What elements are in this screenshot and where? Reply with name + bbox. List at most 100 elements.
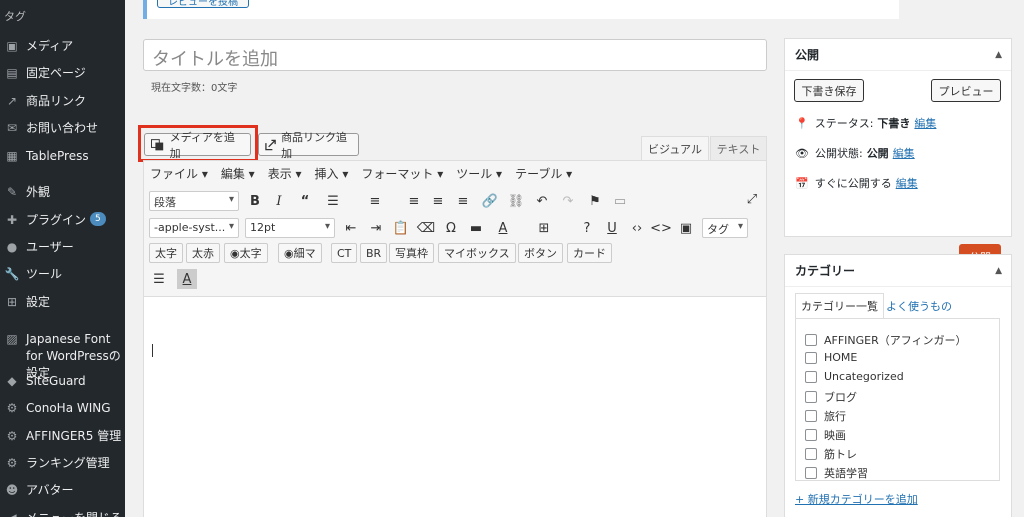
edit-visibility-link[interactable]: 編集 [893,145,915,161]
code-icon[interactable]: ‹› [627,218,647,238]
style-avatar-bold-button[interactable]: ◉ 太字 [224,243,268,263]
sidebar-item[interactable]: ▦ TablePress [0,148,125,165]
menu-file[interactable]: ファイル ▾ [150,165,208,182]
html-icon[interactable]: <> [650,218,672,238]
publish-header[interactable]: 公開 ▲ [785,39,1011,71]
save-draft-button[interactable]: 下書き保存 [794,79,864,102]
category-item[interactable]: 筋トレ [805,446,857,462]
sidebar-item[interactable]: ⚙ ConoHa WING [0,400,125,417]
bg-color-icon[interactable]: A [177,269,197,289]
category-checkbox[interactable] [805,334,817,346]
category-checkbox[interactable] [805,370,817,383]
add-category-link[interactable]: + 新規カテゴリーを追加 [795,491,918,507]
category-item[interactable]: ブログ [805,389,857,405]
image-icon[interactable]: ▣ [676,218,696,238]
review-button[interactable]: レビューを投稿 [157,0,249,8]
stamp-icon[interactable]: ⚑ [585,191,605,211]
sidebar-item[interactable]: ▤ 固定ページ [0,65,125,82]
style-card-button[interactable]: カード [567,243,612,263]
title-input[interactable]: タイトルを追加 [143,39,767,71]
help-icon[interactable]: ? [577,218,597,238]
style-button-button[interactable]: ボタン [518,243,563,263]
category-item[interactable]: 旅行 [805,408,846,424]
sidebar-item[interactable]: 🔧 ツール [0,266,125,283]
tab-all-categories[interactable]: カテゴリー一覧 [795,293,884,318]
edit-status-link[interactable]: 編集 [914,115,936,131]
link-icon[interactable]: 🔗 [480,191,500,211]
kitchen-sink-icon[interactable]: ☰ [149,269,169,289]
add-media-button[interactable]: メディアを追加 [144,131,251,160]
bold-icon[interactable]: B [245,191,265,211]
underline-icon[interactable]: U [602,218,622,238]
menu-format[interactable]: フォーマット ▾ [361,165,443,182]
menu-edit[interactable]: 編集 ▾ [221,165,255,182]
sidebar-item[interactable]: ✎ 外観 [0,184,125,201]
sidebar-item[interactable]: ↗ 商品リンク [0,93,125,110]
align-right-icon[interactable]: ≡ [453,191,473,211]
style-bold-red-button[interactable]: 太赤 [186,243,220,263]
omega-icon[interactable]: Ω [441,218,461,238]
menu-tools[interactable]: ツール ▾ [456,165,502,182]
sidebar-item[interactable]: ◀ メニューを閉じる [0,510,125,517]
sidebar-item[interactable]: ✉ お問い合わせ [0,120,125,137]
category-item[interactable]: Uncategorized [805,370,904,383]
style-br-button[interactable]: BR [360,243,388,263]
sidebar-item[interactable]: ● ユーザー [0,239,125,256]
sidebar-sub-tags[interactable]: タグ [4,8,26,24]
style-bold-button[interactable]: 太字 [149,243,183,263]
edit-schedule-link[interactable]: 編集 [896,175,918,191]
category-checkbox[interactable] [805,429,817,441]
paste-icon[interactable]: 📋 [391,218,411,238]
category-item[interactable]: AFFINGER（アフィンガー） [805,332,967,348]
category-item[interactable]: HOME [805,351,857,364]
tab-visual[interactable]: ビジュアル [641,136,709,160]
collapse-up-icon[interactable]: ▲ [995,266,1002,276]
category-checkbox[interactable] [805,467,817,479]
fullscreen-icon[interactable]: ⤢ [742,189,762,209]
sidebar-item[interactable]: ▣ メディア [0,38,125,55]
font-select[interactable]: -apple-syst... [149,218,239,238]
align-center-icon[interactable]: ≡ [428,191,448,211]
numbered-list-icon[interactable]: ≡ [365,191,385,211]
format-select[interactable]: 段落 [149,191,239,211]
category-checkbox[interactable] [805,410,817,422]
style-mybox-button[interactable]: マイボックス [438,243,516,263]
hr-icon[interactable]: ▬ [466,218,486,238]
sidebar-item[interactable]: ⊞ 設定 [0,294,125,311]
outdent-icon[interactable]: ⇤ [341,218,361,238]
sidebar-item[interactable]: ✚ プラグイン 5 [0,212,125,229]
tab-text[interactable]: テキスト [710,136,767,160]
font-size-select[interactable]: 12pt [245,218,335,238]
menu-insert[interactable]: 挿入 ▾ [315,165,349,182]
tab-popular-categories[interactable]: よく使うもの [881,293,957,318]
table-icon[interactable]: ⊞ [534,218,554,238]
sidebar-item[interactable]: ⚙ AFFINGER5 管理 [0,428,125,445]
category-header[interactable]: カテゴリー ▲ [785,255,1011,287]
redo-icon[interactable]: ↷ [558,191,578,211]
menu-view[interactable]: 表示 ▾ [268,165,302,182]
bullet-list-icon[interactable]: ☰ [323,191,343,211]
blockquote-icon[interactable]: “ [295,191,315,211]
text-color-icon[interactable]: A [493,218,513,238]
sidebar-item[interactable]: ☻ アバター [0,482,125,499]
preview-button[interactable]: プレビュー [931,79,1001,102]
category-checkbox[interactable] [805,391,817,403]
align-left-icon[interactable]: ≡ [404,191,424,211]
sidebar-item[interactable]: ⚙ ランキング管理 [0,455,125,472]
indent-icon[interactable]: ⇥ [366,218,386,238]
undo-icon[interactable]: ↶ [532,191,552,211]
italic-icon[interactable]: I [269,191,289,211]
paste-text-icon[interactable]: ▭ [610,191,630,211]
style-ct-button[interactable]: CT [331,243,358,263]
category-item[interactable]: 英語学習 [805,465,868,480]
style-photo-frame-button[interactable]: 写真枠 [389,243,434,263]
category-item[interactable]: 映画 [805,427,846,443]
collapse-up-icon[interactable]: ▲ [995,50,1002,60]
unlink-icon[interactable]: ⛓ [506,191,526,211]
category-checkbox[interactable] [805,448,817,460]
tag-select[interactable]: タグ [702,218,748,238]
eraser-icon[interactable]: ⌫ [416,218,436,238]
style-avatar-thin-button[interactable]: ◉ 細マ [278,243,322,263]
sidebar-item[interactable]: ◆ SiteGuard [0,373,125,390]
category-checkbox[interactable] [805,351,817,364]
